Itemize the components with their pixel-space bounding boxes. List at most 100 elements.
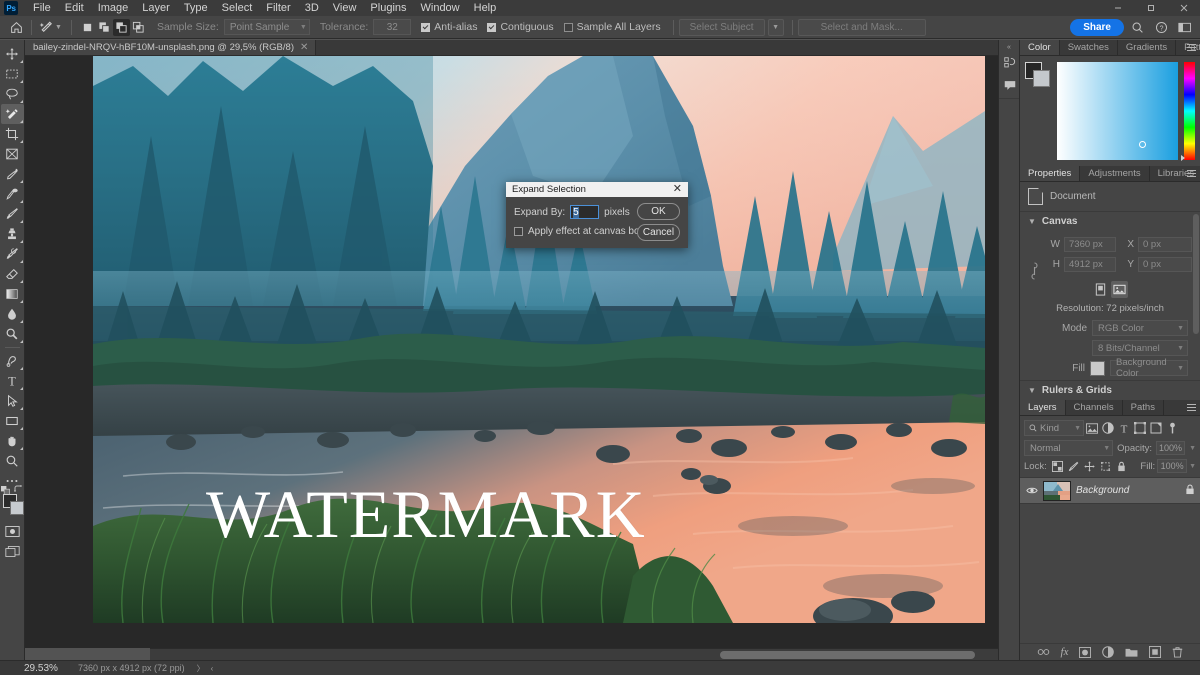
section-rulers-grids-header[interactable]: ▼ Rulers & Grids [1020,380,1200,400]
status-expand-icon[interactable]: 〉 [197,663,205,674]
menu-file[interactable]: File [26,0,58,16]
menu-3d[interactable]: 3D [298,0,326,16]
lock-artboard-icon[interactable] [1099,459,1113,473]
hand-tool[interactable] [1,431,24,451]
color-ramp[interactable] [1057,62,1178,160]
collapse-icon[interactable]: « [999,42,1019,52]
opacity-input[interactable]: 100% [1156,441,1186,455]
crop-tool[interactable] [1,124,24,144]
layer-row-background[interactable]: Background [1020,478,1200,504]
dodge-tool[interactable] [1,324,24,344]
filter-toggle-icon[interactable] [1164,420,1180,436]
color-picker-body[interactable] [1020,56,1200,166]
menu-view[interactable]: View [326,0,364,16]
canvas-area[interactable]: WATERMARK [25,56,998,648]
portrait-orientation-icon[interactable] [1092,281,1109,298]
close-icon[interactable]: ✕ [300,42,308,53]
tab-paths[interactable]: Paths [1123,400,1164,415]
help-icon[interactable]: ? [1150,18,1172,38]
layers-list[interactable]: Background [1020,477,1200,643]
panel-menu-icon[interactable] [1187,404,1196,412]
new-group-icon[interactable] [1125,647,1138,658]
mode-intersect-with-selection[interactable] [130,19,147,36]
height-input[interactable]: 4912 px [1064,257,1116,272]
properties-scrollbar[interactable] [1193,206,1199,366]
menu-edit[interactable]: Edit [58,0,91,16]
expand-by-input[interactable]: 5 [570,205,600,219]
layer-style-icon[interactable]: fx [1061,646,1069,658]
color-picker-handle[interactable] [1139,141,1146,148]
blur-tool[interactable] [1,304,24,324]
search-icon[interactable] [1126,18,1148,38]
lock-position-icon[interactable] [1083,459,1097,473]
tab-channels[interactable]: Channels [1066,400,1123,415]
status-prev-icon[interactable]: ‹ [211,664,214,673]
layer-name[interactable]: Background [1076,485,1180,496]
screen-mode-icon[interactable] [1,541,24,561]
panel-menu-icon[interactable] [1187,44,1196,52]
move-tool[interactable] [1,44,24,64]
close-icon[interactable] [1167,0,1200,16]
link-layers-icon[interactable] [1037,648,1050,656]
tab-layers[interactable]: Layers [1020,400,1066,415]
gradient-tool[interactable] [1,284,24,304]
cancel-button[interactable]: Cancel [637,224,680,241]
rectangular-marquee-tool[interactable] [1,64,24,84]
workspace-icon[interactable] [1174,18,1196,38]
menu-layer[interactable]: Layer [135,0,177,16]
tab-adjustments[interactable]: Adjustments [1080,166,1150,181]
ok-button[interactable]: OK [637,203,680,220]
home-icon[interactable] [6,18,26,37]
pixel-filter-icon[interactable] [1084,420,1100,436]
select-subject-button[interactable]: Select Subject [678,18,765,36]
fill-input[interactable]: 100% [1157,459,1188,473]
canvas-horizontal-scrollbar[interactable] [150,648,998,660]
lasso-tool[interactable] [1,84,24,104]
new-layer-icon[interactable] [1149,646,1162,658]
chevron-down-icon[interactable]: ▼ [55,24,62,31]
tab-color[interactable]: Color [1020,40,1060,55]
mode-new-selection[interactable] [79,19,96,36]
scrollbar-thumb[interactable] [720,651,975,659]
layer-thumbnail[interactable] [1043,480,1071,501]
brush-tool[interactable] [1,204,24,224]
history-brush-tool[interactable] [1,244,24,264]
horizontal-type-tool[interactable]: T [1,371,24,391]
minimize-icon[interactable] [1101,0,1134,16]
adjustment-filter-icon[interactable] [1100,420,1116,436]
bit-depth-select[interactable]: 8 Bits/Channel ▼ [1092,340,1188,356]
menu-image[interactable]: Image [91,0,136,16]
chevron-down-icon[interactable]: ▼ [1189,463,1196,470]
anti-alias-checkbox[interactable]: Anti-alias [421,21,477,33]
layer-mask-icon[interactable] [1079,646,1092,658]
delete-layer-icon[interactable] [1172,646,1183,658]
eraser-tool[interactable] [1,264,24,284]
pen-tool[interactable] [1,351,24,371]
adjustment-layer-icon[interactable] [1102,646,1115,658]
tab-swatches[interactable]: Swatches [1060,40,1118,55]
link-dimensions-icon[interactable] [1030,261,1039,284]
checkbox-icon[interactable] [514,227,523,236]
eye-icon[interactable] [1025,486,1038,495]
zoom-tool[interactable] [1,451,24,471]
rectangle-tool[interactable] [1,411,24,431]
history-panel-icon[interactable] [999,52,1021,74]
lock-transparent-pixels-icon[interactable] [1051,459,1065,473]
mode-add-to-selection[interactable] [96,19,113,36]
tab-gradients[interactable]: Gradients [1118,40,1177,55]
comments-panel-icon[interactable] [999,74,1021,96]
lock-all-icon[interactable] [1114,459,1128,473]
y-input[interactable]: 0 px [1138,257,1192,272]
sample-all-layers-checkbox[interactable]: Sample All Layers [563,21,661,33]
fill-select[interactable]: Background Color ▼ [1110,357,1188,379]
sample-size-select[interactable]: Point Sample ▼ [223,19,310,35]
foreground-background-color[interactable] [0,485,24,515]
menu-type[interactable]: Type [177,0,215,16]
panel-menu-icon[interactable] [1187,170,1196,178]
document-tab[interactable]: bailey-zindel-NRQV-hBF10M-unsplash.png @… [25,40,317,55]
path-selection-tool[interactable] [1,391,24,411]
menu-filter[interactable]: Filter [259,0,297,16]
width-input[interactable]: 7360 px [1064,237,1116,252]
spot-healing-brush-tool[interactable] [1,184,24,204]
mode-select[interactable]: RGB Color ▼ [1092,320,1188,336]
